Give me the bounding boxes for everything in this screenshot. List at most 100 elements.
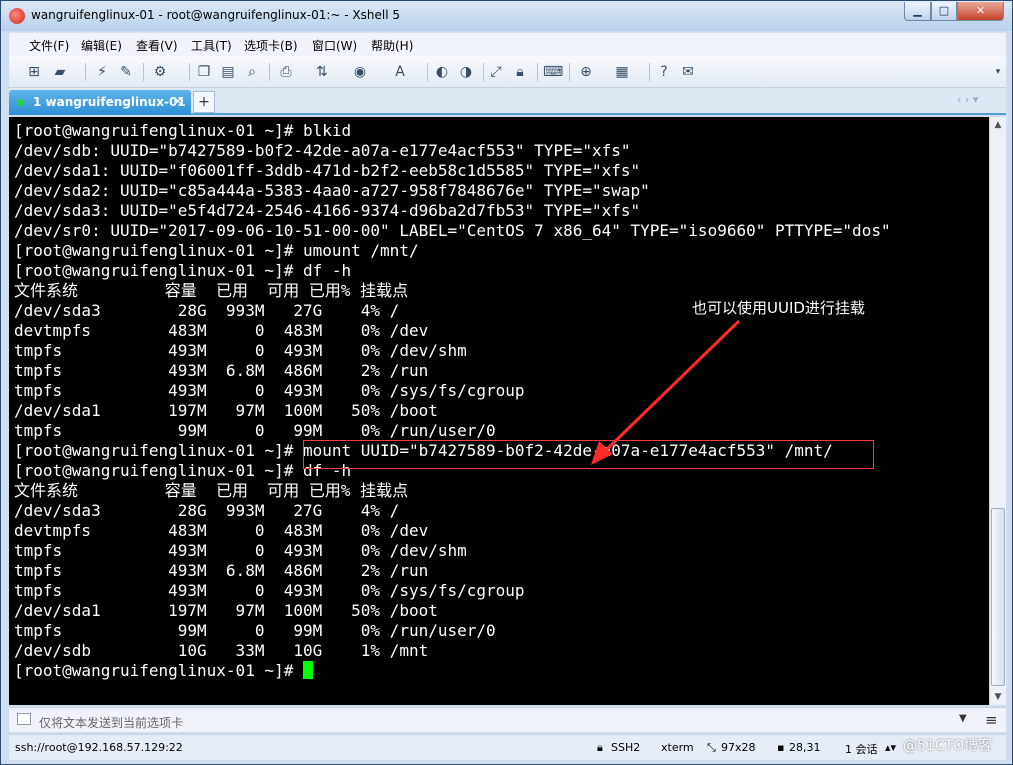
status-connection: ssh://root@192.168.57.129:22: [15, 741, 183, 754]
tab-close-icon[interactable]: ×: [173, 94, 183, 108]
close-button[interactable]: ✕: [957, 2, 1004, 21]
toolbar-separator: [269, 63, 270, 81]
tab-label: 1 wangruifenglinux-01: [33, 95, 186, 109]
globe-icon[interactable]: ◉: [351, 64, 369, 80]
terminal-line: tmpfs 99M 0 99M 0% /run/user/0: [14, 421, 496, 440]
terminal-line: /dev/sda1 197M 97M 100M 50% /boot: [14, 401, 438, 420]
xshell-app-icon: [9, 8, 25, 24]
layout-icon[interactable]: ▦: [613, 64, 631, 80]
menu-window[interactable]: 窗口(W): [312, 37, 357, 54]
chat-icon[interactable]: ✉: [679, 64, 697, 80]
terminal-line: /dev/sda3: UUID="e5f4d724-2546-4166-9374…: [14, 201, 641, 220]
toolbar: ⊞ ▰ ⚡ ✎ ⚙ ❐ ▤ ⌕ ⎙ ⇅ ◉ A ◐ ◑ ⤢ 🔒︎ ⌨ ⊕ ▦ ?…: [9, 56, 1006, 88]
status-bar: ssh://root@192.168.57.129:22 🔒︎ SSH2 xte…: [9, 734, 1006, 760]
find-icon[interactable]: ⌕: [243, 64, 261, 80]
toolbar-separator: [537, 63, 538, 81]
menu-tabs[interactable]: 选项卡(B): [244, 37, 298, 54]
fullscreen-icon[interactable]: ⤢: [487, 64, 505, 80]
font-icon[interactable]: A: [391, 64, 409, 80]
terminal-prompt: [root@wangruifenglinux-01 ~]#: [14, 661, 303, 680]
xmanager-icon[interactable]: ◑: [457, 64, 475, 80]
new-session-icon[interactable]: ⊞: [25, 64, 43, 80]
terminal-cursor: [302, 661, 313, 679]
terminal-line: tmpfs 493M 0 493M 0% /dev/shm: [14, 541, 467, 560]
open-folder-icon[interactable]: ▰: [51, 64, 69, 80]
terminal-pane[interactable]: [root@wangruifenglinux-01 ~]# blkid /dev…: [9, 117, 989, 705]
menu-edit[interactable]: 编辑(E): [81, 37, 122, 54]
tab-session[interactable]: 1 wangruifenglinux-01 ×: [9, 90, 191, 115]
arrow-shaft: [599, 319, 741, 457]
compose-icon: [17, 713, 31, 725]
toolbar-overflow-icon[interactable]: ▾: [989, 64, 1007, 80]
compose-dropdown-icon[interactable]: ▼: [959, 713, 967, 724]
tab-nav-arrows-icon[interactable]: ‹ › ▾: [957, 93, 978, 106]
toolbar-separator: [483, 63, 484, 81]
size-icon: ⤡: [707, 741, 716, 754]
terminal-line: [root@wangruifenglinux-01 ~]# df -h: [14, 261, 352, 280]
terminal-line: tmpfs 99M 0 99M 0% /run/user/0: [14, 621, 496, 640]
xshell-window: wangruifenglinux-01 - root@wangruifengli…: [0, 0, 1013, 765]
help-icon[interactable]: ?: [655, 64, 673, 80]
terminal-line: [root@wangruifenglinux-01 ~]# blkid: [14, 121, 352, 140]
toolbar-separator: [189, 63, 190, 81]
title-bar[interactable]: wangruifenglinux-01 - root@wangruifengli…: [1, 1, 1012, 31]
status-sessions: 1 会话: [845, 743, 878, 756]
menu-bar: 文件(F) 编辑(E) 查看(V) 工具(T) 选项卡(B) 窗口(W) 帮助(…: [9, 32, 1006, 56]
window-title: wangruifenglinux-01 - root@wangruifengli…: [31, 8, 400, 22]
tab-bar: 1 wangruifenglinux-01 × + ‹ › ▾: [9, 88, 1006, 115]
add-tab-button[interactable]: +: [193, 91, 215, 113]
terminal-line: tmpfs 493M 6.8M 486M 2% /run: [14, 361, 429, 380]
terminal-line: tmpfs 493M 0 493M 0% /sys/fs/cgroup: [14, 581, 525, 600]
maximize-button[interactable]: □: [931, 2, 957, 21]
properties-icon[interactable]: ⚙: [151, 64, 169, 80]
terminal-line: /dev/sda3 28G 993M 27G 4% /: [14, 501, 400, 520]
terminal-line: /dev/sda1 197M 97M 100M 50% /boot: [14, 601, 438, 620]
status-size: 97x28: [721, 741, 756, 754]
menu-tools[interactable]: 工具(T): [191, 37, 232, 54]
scroll-up-icon[interactable]: ▲: [990, 117, 1006, 133]
keyboard-icon[interactable]: ⌨: [543, 64, 563, 80]
toolbar-separator: [569, 63, 570, 81]
terminal-line: /dev/sdb: UUID="b7427589-b0f2-42de-a07a-…: [14, 141, 631, 160]
status-protocol: SSH2: [611, 741, 641, 754]
disconnect-icon[interactable]: ✎: [117, 64, 135, 80]
terminal-output: [root@wangruifenglinux-01 ~]# blkid /dev…: [14, 121, 891, 681]
lock-icon[interactable]: 🔒︎: [511, 64, 529, 80]
annotation-arrow: [591, 319, 741, 465]
connected-status-icon: [17, 99, 24, 106]
xftp-icon[interactable]: ◐: [433, 64, 451, 80]
terminal-line: /dev/sr0: UUID="2017-09-06-10-51-00-00" …: [14, 221, 891, 240]
menu-icon[interactable]: ≡: [985, 711, 998, 729]
connect-icon[interactable]: ⚡: [93, 64, 111, 80]
minimize-button[interactable]: ▁: [904, 2, 931, 21]
toolbar-separator: [143, 63, 144, 81]
scroll-arrows-icon[interactable]: ▴▾: [885, 741, 896, 754]
menu-view[interactable]: 查看(V): [136, 37, 178, 54]
compose-input[interactable]: 仅将文本发送到当前选项卡: [39, 714, 183, 731]
copy-icon[interactable]: ❐: [195, 64, 213, 80]
terminal-line: devtmpfs 483M 0 483M 0% /dev: [14, 321, 429, 340]
compose-bar[interactable]: 仅将文本发送到当前选项卡 ▼ ≡: [9, 707, 1006, 732]
scroll-down-icon[interactable]: ▼: [990, 689, 1006, 705]
terminal-line: tmpfs 493M 0 493M 0% /dev/shm: [14, 341, 467, 360]
add-pane-icon[interactable]: ⊕: [577, 64, 595, 80]
toolbar-separator: [427, 63, 428, 81]
menu-file[interactable]: 文件(F): [29, 37, 69, 54]
menu-help[interactable]: 帮助(H): [371, 37, 413, 54]
transfer-icon[interactable]: ⇅: [313, 64, 331, 80]
terminal-line: 文件系统 容量 已用 可用 已用% 挂载点: [14, 481, 409, 500]
terminal-line: /dev/sda1: UUID="f06001ff-3ddb-471d-b2f2…: [14, 161, 641, 180]
toolbar-separator: [649, 63, 650, 81]
terminal-line: [root@wangruifenglinux-01 ~]# umount /mn…: [14, 241, 419, 260]
cursor-pos-icon: ▪: [777, 741, 785, 754]
terminal-scrollbar[interactable]: ▲ ▼: [989, 117, 1006, 705]
terminal-prompt-line[interactable]: [root@wangruifenglinux-01 ~]#: [14, 661, 891, 681]
status-cursor-pos: 28,31: [789, 741, 821, 754]
scroll-thumb[interactable]: [991, 508, 1005, 686]
terminal-line: /dev/sdb 10G 33M 10G 1% /mnt: [14, 641, 429, 660]
print-icon[interactable]: ⎙: [277, 64, 295, 80]
paste-icon[interactable]: ▤: [219, 64, 237, 80]
terminal-line: tmpfs 493M 6.8M 486M 2% /run: [14, 561, 429, 580]
terminal-line: /dev/sda2: UUID="c85a444a-5383-4aa0-a727…: [14, 181, 650, 200]
terminal-line: tmpfs 493M 0 493M 0% /sys/fs/cgroup: [14, 381, 525, 400]
